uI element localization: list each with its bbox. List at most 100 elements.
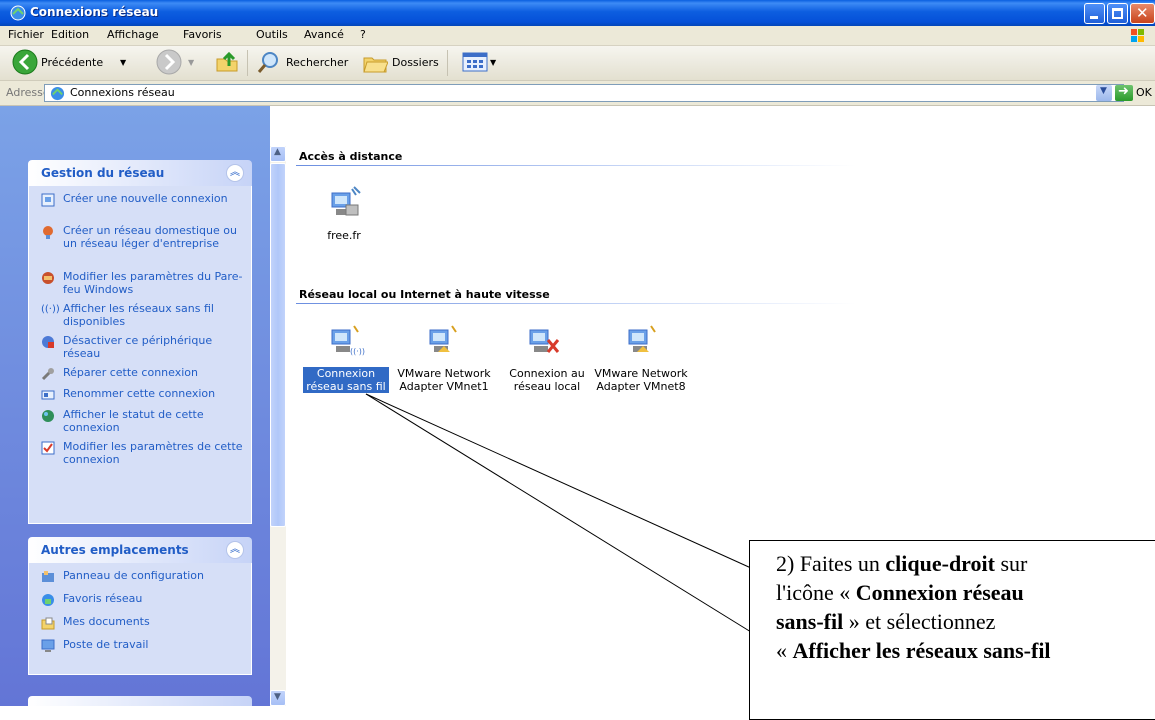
control-panel-icon [42,571,54,582]
go-button[interactable]: OK [1136,86,1152,99]
network-tasks-body: Créer une nouvelle connexion Créer un ré… [28,186,252,524]
task-label: Renommer cette connexion [63,387,216,400]
my-computer-icon [41,639,55,652]
dialup-connection-icon[interactable] [326,185,366,221]
disable-device-icon [42,336,54,348]
place-my-documents[interactable]: Mes documents [41,615,243,634]
network-places-icon [42,594,54,606]
menu-advanced[interactable]: Avancé [304,28,344,41]
minimize-icon [1090,16,1098,19]
task-rename[interactable]: Renommer cette connexion [41,387,243,404]
menu-file[interactable]: Fichier [8,28,44,41]
annotation-text-part: » et sélectionnez [843,609,996,634]
file-label-selected[interactable]: Connexion réseau sans fil [303,367,389,393]
maximize-icon [1112,8,1123,19]
task-create-connection[interactable]: Créer une nouvelle connexion [41,192,243,220]
menu-view[interactable]: Affichage [107,28,159,41]
annotation-text: 2) Faites un clique-droit sur l'icône « … [776,549,1155,665]
file-label[interactable]: free.fr [296,229,392,242]
wireless-signal-icon: ((·)) [41,304,60,315]
task-label: Désactiver ce périphérique réseau [63,334,213,360]
task-label: Modifier les paramètres du Pare-feu Wind… [63,270,243,296]
close-icon: ✕ [1136,4,1149,22]
place-label: Favoris réseau [63,592,143,605]
task-label: Afficher les réseaux sans fil disponible… [63,302,214,328]
back-dropdown-icon[interactable]: ▼ [120,58,126,67]
home-network-icon [43,226,53,239]
arrow-right-icon: ➜ [1118,84,1129,99]
vmware-adapter-icon[interactable] [424,322,464,358]
annotation-text-part: « [776,638,793,663]
annotation-emphasis: sans-fil [776,609,844,634]
search-button[interactable]: Rechercher [286,56,348,69]
scroll-thumb[interactable] [270,163,286,527]
svg-text:((·)): ((·)) [350,347,365,356]
group-title-remote-access: Accès à distance [299,150,403,163]
place-network-places[interactable]: Favoris réseau [41,592,243,611]
task-change-settings[interactable]: Modifier les paramètres de cette connexi… [41,440,243,468]
place-control-panel[interactable]: Panneau de configuration [41,569,243,588]
back-arrow-icon[interactable] [12,49,38,75]
file-label[interactable]: VMware Network Adapter VMnet1 [396,367,492,393]
other-places-panel: Autres emplacements ︽ Panneau de configu… [28,537,252,675]
menu-edit[interactable]: Edition [51,28,89,41]
rename-icon [41,390,55,400]
network-tasks-header[interactable]: Gestion du réseau ︽ [28,160,252,186]
my-documents-icon [41,617,55,630]
forward-dropdown-icon[interactable]: ▼ [188,58,194,67]
task-label: Créer un réseau domestique ou un réseau … [63,224,237,250]
wireless-connection-icon[interactable]: ((·)) [326,322,366,358]
lan-disconnected-icon[interactable] [524,322,564,358]
folders-icon[interactable] [362,50,388,76]
annotation-emphasis: Afficher les réseaux sans-fil [792,638,1051,663]
minimize-button[interactable] [1084,3,1105,24]
place-my-computer[interactable]: Poste de travail [41,638,243,657]
network-connections-icon [50,86,65,101]
up-folder-icon[interactable] [215,50,239,74]
folders-button[interactable]: Dossiers [392,56,439,69]
task-home-network[interactable]: Créer un réseau domestique ou un réseau … [41,224,243,266]
task-disable-device[interactable]: Désactiver ce périphérique réseau [41,334,243,362]
status-globe-icon [42,410,54,422]
place-label: Panneau de configuration [63,569,205,582]
forward-arrow-icon[interactable] [156,49,182,75]
close-button[interactable]: ✕ [1130,3,1155,24]
toolbar-separator [447,50,448,76]
go-arrow-icon[interactable]: ➜ [1115,84,1133,101]
file-label[interactable]: Connexion au réseau local [499,367,595,393]
task-view-status[interactable]: Afficher le statut de cette connexion [41,408,243,436]
details-panel-header[interactable] [28,696,252,706]
place-label: Mes documents [63,615,150,628]
scroll-down-button[interactable]: ▼ [270,690,286,706]
chevron-up-icon: ▲ [274,147,281,157]
place-label: Poste de travail [63,638,149,651]
menu-favorites[interactable]: Favoris [183,28,222,41]
maximize-button[interactable] [1107,3,1128,24]
other-places-header[interactable]: Autres emplacements ︽ [28,537,252,563]
title-bar[interactable] [0,0,1155,26]
views-icon[interactable] [462,51,488,73]
search-icon[interactable] [256,50,282,76]
chevron-down-icon: ▼ [274,692,281,702]
task-firewall[interactable]: Modifier les paramètres du Pare-feu Wind… [41,270,243,298]
group-title-lan: Réseau local ou Internet à haute vitesse [299,288,550,301]
vmware-adapter-icon[interactable] [623,322,663,358]
menu-tools[interactable]: Outils [256,28,288,41]
new-connection-icon [41,193,55,207]
firewall-icon [42,272,54,284]
menu-help[interactable]: ? [360,28,366,41]
back-button[interactable]: Précédente [41,56,103,69]
scroll-up-button[interactable]: ▲ [270,146,286,162]
annotation-text-part: 2) Faites un [776,551,886,576]
task-label: Réparer cette connexion [63,366,198,379]
address-dropdown-button[interactable]: ▼ [1096,85,1112,101]
task-repair[interactable]: Réparer cette connexion [41,366,243,383]
annotation-text-part: l'icône « [776,580,856,605]
file-label[interactable]: VMware Network Adapter VMnet8 [593,367,689,393]
address-input[interactable] [44,84,1124,102]
collapse-chevron-icon[interactable]: ︽ [226,164,244,182]
task-view-wireless[interactable]: ((·)) Afficher les réseaux sans fil disp… [41,302,243,330]
repair-wrench-icon [41,368,54,381]
collapse-chevron-icon[interactable]: ︽ [226,541,244,559]
views-dropdown-icon[interactable]: ▼ [490,58,496,67]
